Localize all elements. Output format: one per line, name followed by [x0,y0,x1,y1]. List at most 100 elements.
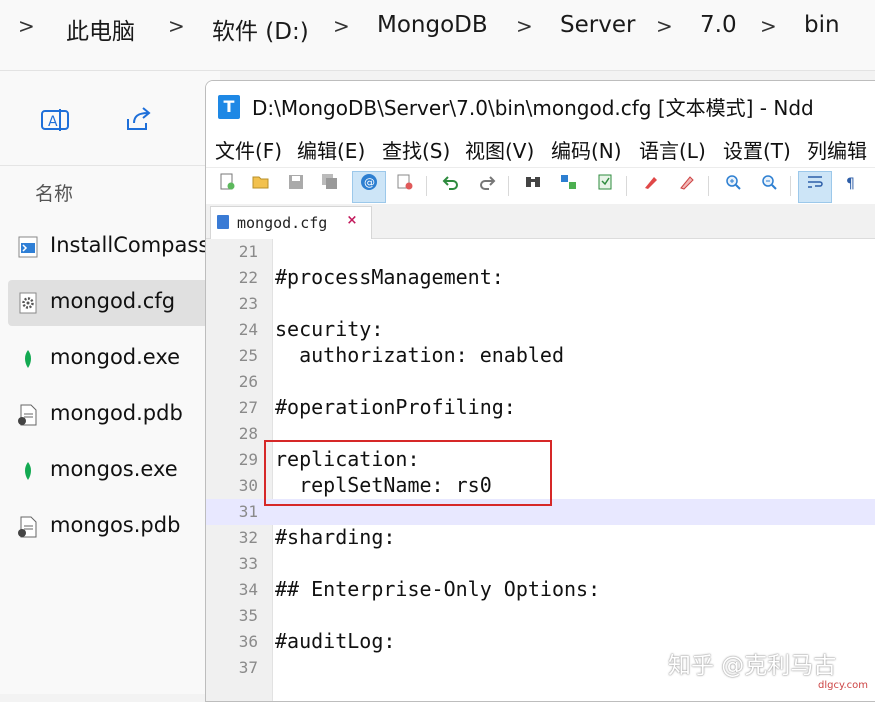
file-row-mongos-exe[interactable]: mongos.exe [8,448,220,494]
breadcrumb-this-pc[interactable]: 此电脑 [66,12,135,46]
share-icon[interactable] [124,105,154,135]
line-number: 32 [238,528,258,547]
explorer-file-pane: A 名称 InstallCompass. mongod.cfg mongod.e… [0,71,220,694]
tab-bar: mongod.cfg × [206,204,875,239]
code-line[interactable]: 25 authorization: enabled [206,343,875,369]
code-text: #processManagement: [275,265,504,289]
file-row-mongod-exe[interactable]: mongod.exe [8,336,220,382]
line-number: 34 [238,580,258,599]
show-symbols-icon[interactable]: ¶ [838,173,864,199]
toolbar-divider [708,176,709,196]
line-number: 23 [238,294,258,313]
file-name: mongod.exe [50,345,181,369]
svg-text:@: @ [364,176,375,189]
tab-mongod-cfg[interactable]: mongod.cfg × [210,206,372,239]
file-row-mongod-cfg[interactable]: mongod.cfg [8,280,220,326]
clear-marker-icon[interactable] [674,173,700,199]
menu-view[interactable]: 视图(V) [465,135,534,164]
chevron-right-icon[interactable]: > [760,14,777,38]
code-line[interactable]: 34 ## Enterprise-Only Options: [206,577,875,603]
file-row-mongos-pdb[interactable]: mongos.pdb [8,504,220,550]
file-name: mongos.pdb [50,513,181,537]
code-line[interactable]: 21 [206,239,875,265]
code-text: #auditLog: [275,629,396,653]
code-line[interactable]: 23 [206,291,875,317]
file-name: mongod.pdb [50,401,183,425]
marker-icon[interactable] [638,173,664,199]
address-breadcrumb-bar: > 此电脑 > 软件 (D:) > MongoDB > Server > 7.0… [0,0,875,71]
line-number: 24 [238,320,258,339]
line-number: 21 [238,242,258,261]
file-name: mongos.exe [50,457,178,481]
new-file-icon[interactable] [214,173,240,199]
menu-column-edit[interactable]: 列编辑 [807,135,867,164]
code-line[interactable]: 22 #processManagement: [206,265,875,291]
code-text: #sharding: [275,525,396,549]
file-watch-icon[interactable]: @ [352,171,386,203]
code-line[interactable]: 32 #sharding: [206,525,875,551]
undo-icon[interactable] [438,173,464,199]
svg-text:A: A [48,114,58,130]
replace-icon[interactable] [556,173,582,199]
tab-close-icon[interactable]: × [345,214,359,228]
menu-file[interactable]: 文件(F) [215,135,282,164]
ocr-text-icon[interactable]: A [40,105,70,135]
menu-edit[interactable]: 编辑(E) [297,135,365,164]
code-line[interactable]: 24 security: [206,317,875,343]
line-number: 35 [238,606,258,625]
redo-icon[interactable] [474,173,500,199]
chevron-right-icon[interactable]: > [656,14,673,38]
code-text: security: [275,317,384,341]
menu-encoding[interactable]: 编码(N) [551,135,622,164]
line-number: 29 [238,450,258,469]
chevron-right-icon[interactable]: > [168,14,185,38]
open-file-icon[interactable] [248,173,274,199]
code-line[interactable]: 35 [206,603,875,629]
line-number: 37 [238,658,258,677]
window-title: D:\MongoDB\Server\7.0\bin\mongod.cfg [文本… [252,96,814,120]
line-number: 26 [238,372,258,391]
line-number: 28 [238,424,258,443]
menu-language[interactable]: 语言(L) [639,135,706,164]
breadcrumb-bin[interactable]: bin [804,12,840,38]
menu-settings[interactable]: 设置(T) [723,135,791,164]
word-wrap-icon[interactable] [798,171,832,203]
powershell-script-icon [16,235,40,259]
toolbar-divider [426,176,427,196]
find-icon[interactable] [520,173,546,199]
breadcrumb-server[interactable]: Server [560,12,635,38]
divider [0,165,220,166]
chevron-right-icon[interactable]: > [516,14,533,38]
breadcrumb-mongodb[interactable]: MongoDB [377,12,488,38]
save-all-icon[interactable] [317,173,343,199]
code-line[interactable]: 26 [206,369,875,395]
toolbar: @ ¶ [206,167,875,204]
code-line[interactable]: 27 #operationProfiling: [206,395,875,421]
breadcrumb-drive-d[interactable]: 软件 (D:) [212,12,309,46]
chevron-right-icon[interactable]: > [18,14,35,38]
file-row-mongod-pdb[interactable]: mongod.pdb [8,392,220,438]
bookmark-icon[interactable] [592,173,618,199]
file-name: InstallCompass. [50,233,216,257]
breadcrumb-version[interactable]: 7.0 [700,12,737,38]
toolbar-divider [626,176,627,196]
mongodb-leaf-icon [16,347,40,371]
save-icon[interactable] [283,173,309,199]
tab-label: mongod.cfg [237,214,328,232]
site-mark: dlgcy.com [818,680,868,691]
file-row-installcompass[interactable]: InstallCompass. [8,224,220,270]
close-file-icon[interactable] [392,173,418,199]
line-number: 36 [238,632,258,651]
code-line[interactable]: 33 [206,551,875,577]
code-text: #operationProfiling: [275,395,516,419]
zoom-out-icon[interactable] [756,173,782,199]
zoom-in-icon[interactable] [720,173,746,199]
code-text: ## Enterprise-Only Options: [275,577,601,601]
menu-find[interactable]: 查找(S) [382,135,450,164]
menu-bar: 文件(F) 编辑(E) 查找(S) 视图(V) 编码(N) 语言(L) 设置(T… [206,133,875,167]
title-bar[interactable]: T D:\MongoDB\Server\7.0\bin\mongod.cfg [… [206,81,875,131]
column-header-name[interactable]: 名称 [35,179,73,206]
annotation-highlight-box [264,440,552,506]
chevron-right-icon[interactable]: > [333,14,350,38]
pdb-file-icon [16,515,40,539]
